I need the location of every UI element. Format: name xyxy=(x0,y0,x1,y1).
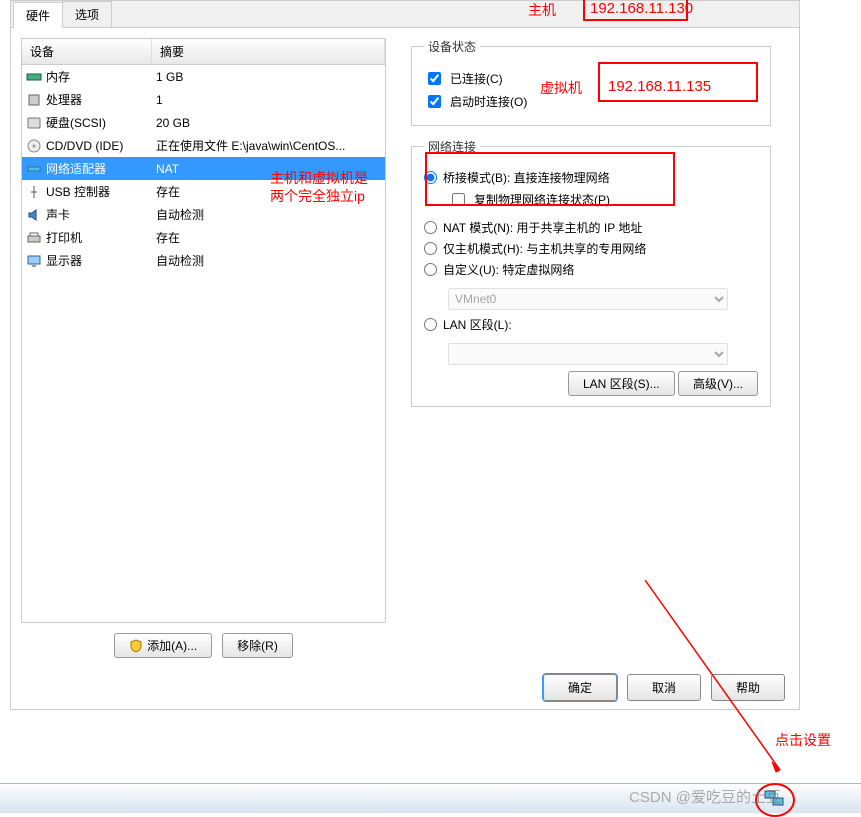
device-buttons: 添加(A)... 移除(R) xyxy=(21,633,386,658)
sound-icon xyxy=(26,207,42,223)
device-status-group: 设备状态 已连接(C) 启动时连接(O) xyxy=(411,38,771,126)
device-name: 硬盘(SCSI) xyxy=(46,114,106,131)
vm-settings-dialog: 硬件 选项 设备 摘要 内存 1 GB 处理器 1 xyxy=(10,0,800,710)
connected-checkbox[interactable] xyxy=(428,72,441,85)
annot-click: 点击设置 xyxy=(775,730,831,750)
replicate-label: 复制物理网络连接状态(P) xyxy=(474,191,610,208)
vmnet-select[interactable]: VMnet0 xyxy=(448,288,728,310)
add-button-label: 添加(A)... xyxy=(147,637,197,654)
device-name: 打印机 xyxy=(46,229,82,246)
device-row-sound[interactable]: 声卡 自动检测 xyxy=(22,203,385,226)
device-name: 处理器 xyxy=(46,91,82,108)
device-status-legend: 设备状态 xyxy=(424,38,480,55)
device-row-usb[interactable]: USB 控制器 存在 xyxy=(22,180,385,203)
connected-label: 已连接(C) xyxy=(450,70,503,87)
dialog-footer: 确定 取消 帮助 xyxy=(543,674,785,701)
net-button-group: LAN 区段(S)... 高级(V)... xyxy=(424,371,758,396)
tab-options[interactable]: 选项 xyxy=(62,1,112,27)
custom-radio[interactable] xyxy=(424,263,437,276)
network-legend: 网络连接 xyxy=(424,138,480,155)
bridge-radio[interactable] xyxy=(424,171,437,184)
lan-label: LAN 区段(L): xyxy=(443,316,512,333)
usb-icon xyxy=(26,184,42,200)
device-name: 显示器 xyxy=(46,252,82,269)
right-panel: 设备状态 已连接(C) 启动时连接(O) 网络连接 桥接模式(B): 直接连接物… xyxy=(396,28,786,668)
tab-hardware[interactable]: 硬件 xyxy=(13,2,63,28)
device-row-network[interactable]: 网络适配器 NAT xyxy=(22,157,385,180)
device-summary: NAT xyxy=(152,161,385,177)
device-row-display[interactable]: 显示器 自动检测 xyxy=(22,249,385,272)
left-panel: 设备 摘要 内存 1 GB 处理器 1 硬盘(SCSI) 20 GB xyxy=(11,28,396,668)
help-button[interactable]: 帮助 xyxy=(711,674,785,701)
device-row-printer[interactable]: 打印机 存在 xyxy=(22,226,385,249)
shield-icon xyxy=(129,639,143,653)
list-body: 内存 1 GB 处理器 1 硬盘(SCSI) 20 GB CD/DVD (IDE… xyxy=(22,65,385,622)
network-icon xyxy=(26,161,42,177)
hostonly-label: 仅主机模式(H): 与主机共享的专用网络 xyxy=(443,240,646,257)
device-summary: 20 GB xyxy=(152,115,385,131)
device-name: 网络适配器 xyxy=(46,160,106,177)
lan-radio[interactable] xyxy=(424,318,437,331)
device-summary: 自动检测 xyxy=(152,251,385,270)
device-row-cpu[interactable]: 处理器 1 xyxy=(22,88,385,111)
add-button[interactable]: 添加(A)... xyxy=(114,633,212,658)
cpu-icon xyxy=(26,92,42,108)
device-summary: 自动检测 xyxy=(152,205,385,224)
col-device[interactable]: 设备 xyxy=(22,39,152,64)
device-name: 声卡 xyxy=(46,206,70,223)
list-header: 设备 摘要 xyxy=(22,39,385,65)
ok-button[interactable]: 确定 xyxy=(543,674,617,701)
replicate-checkbox[interactable] xyxy=(452,193,465,206)
cancel-button[interactable]: 取消 xyxy=(627,674,701,701)
device-summary: 1 xyxy=(152,92,385,108)
device-name: CD/DVD (IDE) xyxy=(46,139,123,153)
tab-bar: 硬件 选项 xyxy=(11,1,799,28)
display-icon xyxy=(26,253,42,269)
connect-on-power-checkbox[interactable] xyxy=(428,95,441,108)
device-summary: 存在 xyxy=(152,228,385,247)
nat-label: NAT 模式(N): 用于共享主机的 IP 地址 xyxy=(443,219,642,236)
printer-icon xyxy=(26,230,42,246)
memory-icon xyxy=(26,69,42,85)
content-area: 设备 摘要 内存 1 GB 处理器 1 硬盘(SCSI) 20 GB xyxy=(11,28,799,668)
nat-radio[interactable] xyxy=(424,221,437,234)
remove-button[interactable]: 移除(R) xyxy=(222,633,293,658)
device-row-disk[interactable]: 硬盘(SCSI) 20 GB xyxy=(22,111,385,134)
watermark: CSDN @爱吃豆的土豆 xyxy=(629,786,781,807)
device-summary: 存在 xyxy=(152,182,385,201)
lan-segments-button[interactable]: LAN 区段(S)... xyxy=(568,371,675,396)
network-connection-group: 网络连接 桥接模式(B): 直接连接物理网络 复制物理网络连接状态(P) NAT… xyxy=(411,138,771,407)
bridge-label: 桥接模式(B): 直接连接物理网络 xyxy=(443,169,610,186)
lan-select[interactable] xyxy=(448,343,728,365)
disk-icon xyxy=(26,115,42,131)
device-list: 设备 摘要 内存 1 GB 处理器 1 硬盘(SCSI) 20 GB xyxy=(21,38,386,623)
device-name: 内存 xyxy=(46,68,70,85)
device-summary: 正在使用文件 E:\java\win\CentOS... xyxy=(152,136,385,155)
device-row-memory[interactable]: 内存 1 GB xyxy=(22,65,385,88)
custom-label: 自定义(U): 特定虚拟网络 xyxy=(443,261,574,278)
connect-on-power-label: 启动时连接(O) xyxy=(450,93,527,110)
advanced-button[interactable]: 高级(V)... xyxy=(678,371,758,396)
hostonly-radio[interactable] xyxy=(424,242,437,255)
col-summary[interactable]: 摘要 xyxy=(152,39,385,64)
device-row-cddvd[interactable]: CD/DVD (IDE) 正在使用文件 E:\java\win\CentOS..… xyxy=(22,134,385,157)
cd-icon xyxy=(26,138,42,154)
device-summary: 1 GB xyxy=(152,69,385,85)
device-name: USB 控制器 xyxy=(46,183,110,200)
